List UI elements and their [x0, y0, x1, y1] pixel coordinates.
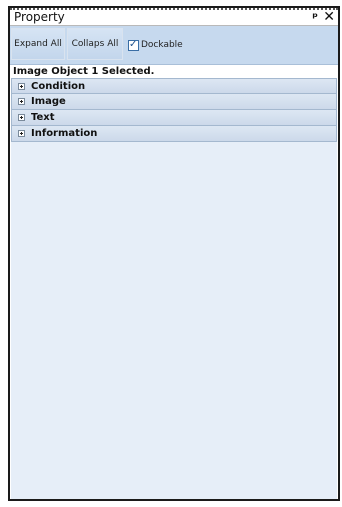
panel-titlebar[interactable]: Property ᵖ ✕ [10, 8, 338, 26]
collapse-all-button[interactable]: Collaps All [67, 28, 123, 60]
pin-icon[interactable]: ᵖ [312, 10, 318, 25]
section-label: Condition [31, 80, 86, 92]
expand-all-button[interactable]: Expand All [11, 28, 65, 60]
property-panel: Property ᵖ ✕ Expand All Collaps All ✓ Do… [8, 6, 340, 501]
section-label: Information [31, 128, 98, 139]
expand-plus-icon[interactable] [18, 114, 25, 121]
expand-plus-icon[interactable] [18, 82, 25, 90]
section-image[interactable]: Image [11, 94, 337, 110]
property-sections: Condition Image Text Information [11, 78, 337, 499]
checkmark-icon: ✓ [129, 38, 138, 50]
property-toolbar: Expand All Collaps All ✓ Dockable [10, 26, 338, 65]
section-label: Image [31, 96, 66, 107]
expand-plus-icon[interactable] [18, 98, 25, 105]
dockable-checkbox[interactable]: ✓ Dockable [128, 38, 183, 52]
checkbox-box[interactable]: ✓ [128, 38, 139, 51]
close-icon[interactable]: ✕ [323, 9, 335, 25]
expand-plus-icon[interactable] [18, 130, 25, 137]
section-text[interactable]: Text [11, 110, 337, 126]
dockable-label: Dockable [141, 40, 183, 50]
selection-status: Image Object 1 Selected. [13, 66, 155, 77]
section-condition[interactable]: Condition [11, 78, 337, 94]
section-label: Text [31, 112, 55, 123]
panel-title: Property [14, 10, 65, 24]
section-information[interactable]: Information [11, 126, 337, 142]
